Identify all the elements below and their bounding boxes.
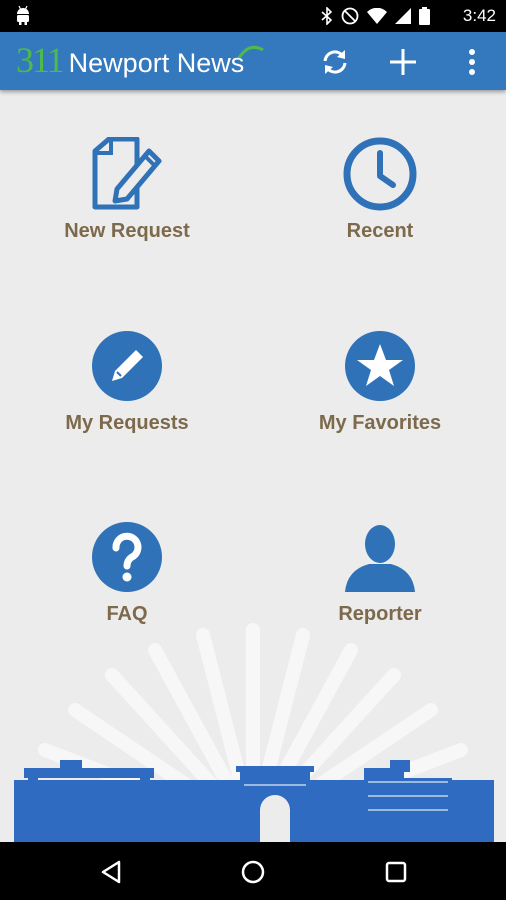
tile-label: New Request: [64, 220, 190, 242]
new-request-icon: [92, 137, 162, 210]
do-not-disturb-icon: [341, 7, 359, 25]
brand-name: Newport News: [68, 48, 245, 78]
signal-icon: [395, 8, 411, 24]
add-button[interactable]: [385, 44, 421, 80]
back-button[interactable]: [94, 855, 128, 889]
app-logo: 311 Newport News: [16, 39, 244, 81]
wifi-icon: [367, 8, 387, 24]
bluetooth-icon: [321, 7, 333, 25]
app-bar: 311 Newport News: [0, 32, 506, 90]
status-bar: 3:42: [0, 0, 506, 32]
city-skyline-illustration: [14, 623, 494, 842]
add-icon: [390, 49, 416, 75]
tile-recent[interactable]: Recent: [270, 134, 490, 264]
tile-my-favorites[interactable]: My Favorites: [270, 326, 490, 456]
tile-reporter[interactable]: Reporter: [270, 517, 490, 647]
home-icon: [241, 860, 265, 884]
question-icon: [92, 522, 162, 592]
status-time: 3:42: [462, 6, 496, 25]
tile-faq[interactable]: FAQ: [17, 517, 237, 647]
system-nav-bar: [0, 842, 506, 900]
tile-label: Reporter: [338, 603, 422, 625]
tile-label: My Favorites: [318, 412, 442, 434]
tile-label: Recent: [346, 220, 414, 242]
refresh-icon: [323, 50, 347, 74]
back-icon: [101, 860, 121, 884]
brand-number: 311: [16, 40, 65, 80]
android-icon: [17, 5, 29, 25]
overflow-menu-button[interactable]: [454, 44, 490, 80]
tile-label: FAQ: [106, 603, 148, 625]
tile-new-request[interactable]: New Request: [17, 134, 237, 264]
home-button[interactable]: [236, 855, 270, 889]
refresh-button[interactable]: [317, 44, 353, 80]
logo-swoosh-icon: [237, 45, 264, 59]
tile-label: My Requests: [65, 412, 189, 434]
recents-icon: [385, 861, 407, 883]
overflow-menu-icon: [469, 49, 475, 75]
person-icon: [345, 525, 415, 592]
battery-icon: [419, 7, 430, 25]
tile-my-requests[interactable]: My Requests: [17, 326, 237, 456]
pencil-icon: [92, 331, 162, 401]
clock-icon: [343, 137, 417, 211]
recents-button[interactable]: [379, 855, 413, 889]
star-icon: [345, 331, 415, 401]
